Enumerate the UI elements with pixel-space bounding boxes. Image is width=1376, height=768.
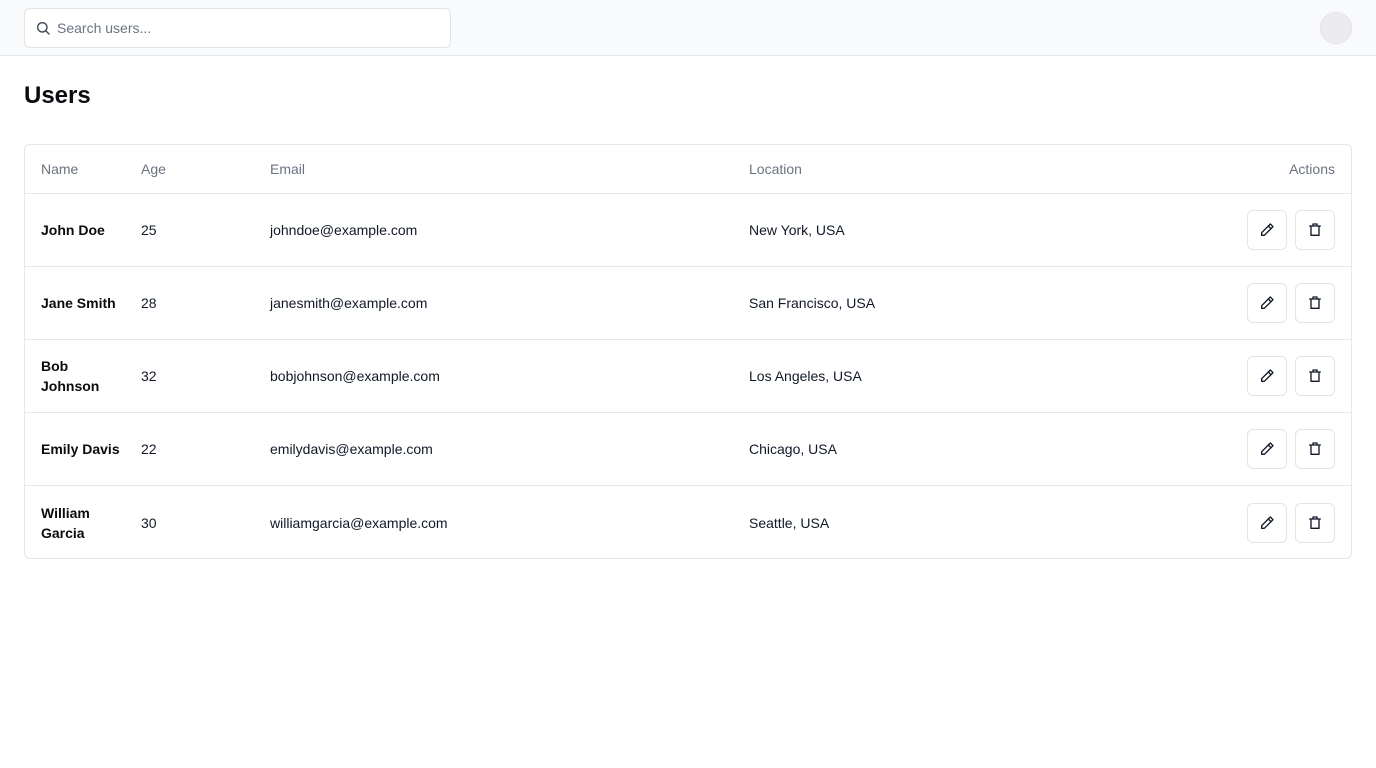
pencil-icon [1261, 296, 1274, 309]
table-row: John Doe 25 johndoe@example.com New York… [25, 194, 1351, 267]
trash-icon [1309, 369, 1321, 382]
user-age: 22 [141, 441, 157, 457]
user-name: Emily Davis [41, 441, 120, 457]
row-actions [1135, 486, 1335, 558]
search-input[interactable] [57, 9, 447, 47]
column-header-name: Name [41, 161, 79, 177]
row-actions [1135, 413, 1335, 485]
column-header-actions: Actions [1289, 161, 1335, 177]
row-actions [1135, 340, 1335, 412]
table-row: Bob Johnson 32 bobjohnson@example.com Lo… [25, 340, 1351, 413]
table-row: Jane Smith 28 janesmith@example.com San … [25, 267, 1351, 340]
users-table: Name Age Email Location Actions John Doe… [24, 144, 1352, 559]
user-name: Bob Johnson [41, 358, 100, 394]
user-location: San Francisco, USA [749, 295, 876, 311]
user-name: William Garcia [41, 504, 90, 541]
delete-button[interactable] [1295, 283, 1335, 323]
column-header-location: Location [749, 161, 802, 177]
delete-button[interactable] [1295, 210, 1335, 250]
pencil-icon [1261, 442, 1274, 455]
top-bar [0, 0, 1376, 56]
row-actions [1135, 194, 1335, 266]
table-row: William Garcia 30 williamgarcia@example.… [25, 486, 1351, 558]
user-email: williamgarcia@example.com [270, 514, 448, 531]
user-email: johndoe@example.com [270, 222, 418, 238]
avatar[interactable] [1320, 12, 1352, 44]
user-location: New York, USA [749, 222, 845, 238]
column-header-age: Age [141, 161, 166, 177]
trash-icon [1309, 296, 1321, 309]
page-title: Users [24, 82, 91, 109]
user-name: Jane Smith [41, 295, 116, 311]
user-location: Los Angeles, USA [749, 368, 862, 384]
edit-button[interactable] [1247, 429, 1287, 469]
user-email: janesmith@example.com [270, 295, 428, 311]
user-age: 28 [141, 295, 157, 311]
delete-button[interactable] [1295, 429, 1335, 469]
user-name: John Doe [41, 222, 105, 238]
search-icon [37, 22, 50, 35]
search-box[interactable] [24, 8, 451, 48]
user-age: 25 [141, 222, 157, 238]
user-age: 32 [141, 368, 157, 384]
pencil-icon [1261, 223, 1274, 236]
user-location: Seattle, USA [749, 514, 830, 531]
user-email: bobjohnson@example.com [270, 368, 440, 384]
delete-button[interactable] [1295, 356, 1335, 396]
pencil-icon [1261, 515, 1274, 529]
user-location: Chicago, USA [749, 441, 837, 457]
column-header-email: Email [270, 161, 306, 177]
delete-button[interactable] [1295, 502, 1335, 543]
trash-icon [1309, 442, 1321, 455]
edit-button[interactable] [1247, 356, 1287, 396]
edit-button[interactable] [1247, 283, 1287, 323]
table-row: Emily Davis 22 emilydavis@example.com Ch… [25, 413, 1351, 486]
trash-icon [1309, 223, 1321, 236]
edit-button[interactable] [1247, 502, 1287, 543]
user-age: 30 [141, 514, 157, 531]
user-email: emilydavis@example.com [270, 441, 433, 457]
trash-icon [1309, 515, 1321, 529]
table-header-row: Name Age Email Location Actions [25, 145, 1351, 194]
pencil-icon [1261, 369, 1274, 382]
row-actions [1135, 267, 1335, 339]
edit-button[interactable] [1247, 210, 1287, 250]
